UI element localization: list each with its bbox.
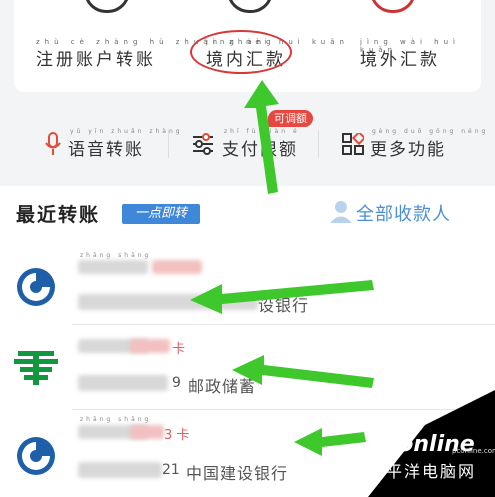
- adjustable-badge: 可调额: [268, 110, 313, 127]
- watermark-cn: 太平洋电脑网: [368, 462, 477, 481]
- payees-icon: [330, 201, 352, 223]
- grid-more-icon: [342, 133, 364, 155]
- domestic-remit-icon: [227, 0, 273, 13]
- highlight-ellipse: [190, 30, 292, 74]
- divider: [168, 130, 169, 158]
- masked-account: [78, 375, 168, 391]
- payee-name-pinyin: zhāng shāng: [80, 252, 152, 259]
- masked-account: [78, 294, 258, 310]
- register-transfer-icon: [84, 0, 130, 13]
- card-type: 3 卡: [164, 428, 190, 443]
- divider: [318, 130, 319, 158]
- pay-limit-button[interactable]: 支付限额: [222, 135, 298, 160]
- list-item[interactable]: zhāng shāng 设银行: [0, 240, 495, 324]
- voice-transfer-pinyin: yǔ yīn zhuǎn zhàng: [70, 128, 183, 135]
- bank-name: 设银行: [258, 296, 310, 315]
- overseas-remit-button[interactable]: 境外汇款: [360, 45, 440, 70]
- microphone-icon: [45, 132, 61, 155]
- all-payees-link[interactable]: 全部收款人: [356, 200, 451, 226]
- payee-name-pinyin: zhāng shāng: [80, 416, 152, 423]
- one-tap-transfer-tag: 一点即转: [122, 204, 200, 224]
- more-pinyin: gèng duō gōng néng: [372, 128, 489, 135]
- pay-limit-pinyin: zhī fù xiàn é: [224, 128, 300, 135]
- account-tail: 9: [172, 375, 181, 391]
- account-tail: 21: [162, 462, 180, 478]
- more-functions-button[interactable]: 更多功能: [370, 135, 446, 160]
- bank-name: 邮政储蓄: [188, 377, 257, 396]
- ccb-bank-logo-icon: [17, 437, 55, 475]
- masked-card: [130, 425, 164, 439]
- bank-name: 中国建设银行: [186, 464, 289, 483]
- masked-card: [152, 260, 202, 274]
- postal-savings-logo-icon: [14, 351, 58, 385]
- list-item[interactable]: 卡 9 邮政储蓄: [0, 325, 495, 409]
- register-transfer-button[interactable]: 注册账户转账: [36, 45, 156, 70]
- masked-account: [78, 462, 162, 478]
- voice-transfer-button[interactable]: 语音转账: [68, 135, 144, 160]
- sliders-icon: [193, 133, 213, 155]
- masked-card: [130, 339, 170, 353]
- overseas-remit-icon: [370, 0, 416, 13]
- masked-name: [78, 260, 148, 274]
- card-type: 卡: [172, 342, 186, 357]
- ccb-bank-logo-icon: [17, 268, 55, 306]
- recent-transfers-title: 最近转账: [16, 204, 101, 226]
- watermark-url: pconline.com.cn: [452, 447, 495, 455]
